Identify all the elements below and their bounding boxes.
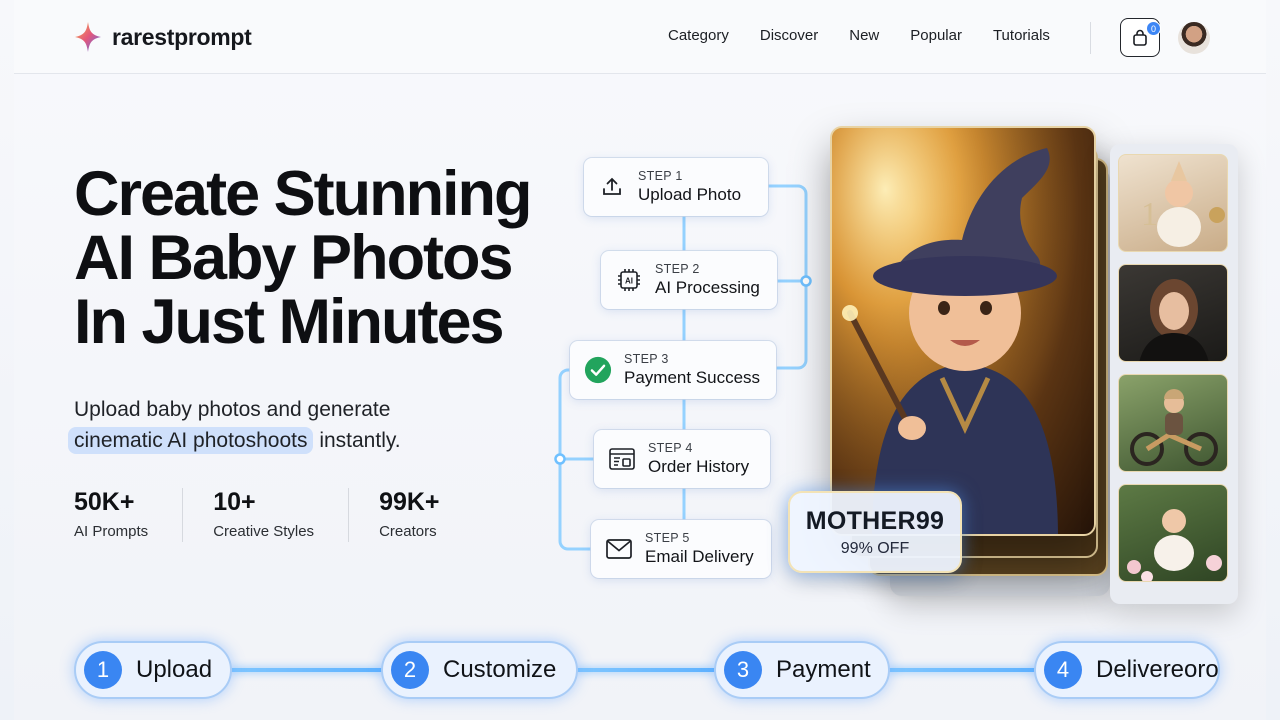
hero-subtitle: Upload baby photos and generate cinemati… bbox=[68, 394, 494, 456]
cart-count-badge: 0 bbox=[1146, 21, 1161, 36]
stat-value: 10+ bbox=[213, 488, 256, 516]
stat-label: Creative Styles bbox=[213, 523, 315, 540]
upload-icon bbox=[598, 173, 626, 201]
mother-portrait-thumb-image bbox=[1139, 279, 1209, 361]
nav-tutorials[interactable]: Tutorials bbox=[993, 27, 1050, 44]
process-step-customize[interactable]: 2 Customize bbox=[381, 641, 578, 699]
process-step-label: Payment bbox=[776, 656, 871, 683]
step-label: Payment Success bbox=[624, 368, 761, 387]
birthday-baby-thumb-image: 1 bbox=[1141, 161, 1225, 247]
step-kicker: STEP 3 bbox=[624, 352, 669, 366]
landing-page: rarestprompt Category Discover New Popul… bbox=[14, 0, 1266, 720]
brand-name: rarestprompt bbox=[112, 23, 252, 50]
thumb-bike-baby[interactable] bbox=[1118, 374, 1228, 472]
process-step-number: 3 bbox=[724, 651, 762, 689]
nav-divider bbox=[1090, 22, 1091, 54]
hero-title-line-1: Create Stunning bbox=[74, 159, 533, 229]
sparkle-logo-icon bbox=[75, 22, 101, 52]
stat-creators: 99K+ Creators bbox=[379, 488, 473, 542]
process-connector bbox=[888, 668, 1038, 672]
stat-styles: 10+ Creative Styles bbox=[213, 488, 350, 542]
history-icon bbox=[608, 445, 636, 473]
nav-new[interactable]: New bbox=[849, 27, 879, 44]
process-step-upload[interactable]: 1 Upload bbox=[74, 641, 232, 699]
thumb-flower-baby[interactable] bbox=[1118, 484, 1228, 582]
hero-title-line-3: In Just Minutes bbox=[74, 287, 505, 357]
svg-text:AI: AI bbox=[625, 277, 633, 286]
nav-category[interactable]: Category bbox=[668, 27, 729, 44]
baby-wizard-illustration bbox=[832, 128, 1094, 534]
process-step-label: Upload bbox=[136, 656, 213, 683]
hero-title-line-2: AI Baby Photos bbox=[74, 223, 514, 293]
stat-label: AI Prompts bbox=[74, 523, 149, 540]
hero-title: Create Stunning AI Baby Photos In Just M… bbox=[74, 162, 594, 354]
step-label: Order History bbox=[648, 457, 750, 476]
step-kicker: STEP 5 bbox=[645, 531, 690, 545]
brand-logo[interactable]: rarestprompt bbox=[74, 20, 252, 54]
process-step-label: Customize bbox=[443, 656, 557, 683]
step-label: AI Processing bbox=[655, 278, 760, 297]
nav-popular[interactable]: Popular bbox=[910, 27, 962, 44]
process-step-delivery[interactable]: 4 Delivereoro bbox=[1034, 641, 1220, 699]
step-payment-success[interactable]: STEP 3 Payment Success bbox=[570, 341, 776, 399]
process-connector bbox=[576, 668, 716, 672]
step-order-history[interactable]: STEP 4 Order History bbox=[594, 430, 770, 488]
promo-code: MOTHER99 bbox=[805, 506, 945, 535]
mail-icon bbox=[605, 535, 633, 563]
stats-row: 50K+ AI Prompts 10+ Creative Styles 99K+… bbox=[74, 488, 504, 542]
hero-subtitle-highlight: cinematic AI photoshoots bbox=[68, 427, 314, 454]
stat-prompts: 50K+ AI Prompts bbox=[74, 488, 184, 542]
check-circle-icon bbox=[584, 356, 612, 384]
hero-subtitle-rest: instantly. bbox=[313, 429, 401, 452]
thumb-mother-portrait[interactable] bbox=[1118, 264, 1228, 362]
stat-label: Creators bbox=[379, 523, 437, 540]
svg-text:1: 1 bbox=[1141, 196, 1158, 233]
step-kicker: STEP 2 bbox=[655, 262, 700, 276]
promo-discount: 99% OFF bbox=[840, 539, 910, 557]
ai-chip-icon: AI bbox=[615, 266, 643, 294]
step-label: Upload Photo bbox=[638, 185, 742, 204]
user-avatar[interactable] bbox=[1178, 22, 1210, 54]
promo-code-card[interactable]: MOTHER99 99% OFF bbox=[788, 491, 962, 573]
nav-discover[interactable]: Discover bbox=[760, 27, 818, 44]
photo-thumbnails-panel: 1 bbox=[1110, 144, 1238, 604]
step-kicker: STEP 1 bbox=[638, 169, 683, 183]
step-ai-processing[interactable]: AI STEP 2 AI Processing bbox=[601, 251, 777, 309]
main-baby-wizard-photo[interactable] bbox=[830, 126, 1096, 536]
step-email-delivery[interactable]: STEP 5 Email Delivery bbox=[591, 520, 771, 578]
process-step-number: 2 bbox=[391, 651, 429, 689]
stat-value: 50K+ bbox=[74, 488, 135, 516]
process-step-number: 4 bbox=[1044, 651, 1082, 689]
hero-subtitle-line-1: Upload baby photos and generate bbox=[74, 398, 391, 421]
step-kicker: STEP 4 bbox=[648, 441, 693, 455]
process-step-number: 1 bbox=[84, 651, 122, 689]
cart-button[interactable]: 0 bbox=[1120, 18, 1161, 57]
site-header: rarestprompt Category Discover New Popul… bbox=[14, 0, 1266, 74]
process-connector bbox=[230, 668, 384, 672]
step-label: Email Delivery bbox=[645, 547, 754, 566]
flower-baby-thumb-image bbox=[1127, 509, 1222, 581]
stat-value: 99K+ bbox=[379, 488, 440, 516]
thumb-birthday-baby[interactable]: 1 bbox=[1118, 154, 1228, 252]
process-step-label: Delivereoro bbox=[1096, 656, 1219, 683]
main-nav: Category Discover New Popular Tutorials bbox=[668, 27, 1050, 44]
process-step-payment[interactable]: 3 Payment bbox=[714, 641, 890, 699]
bike-baby-thumb-image bbox=[1130, 389, 1218, 466]
step-upload-photo[interactable]: STEP 1 Upload Photo bbox=[584, 158, 768, 216]
